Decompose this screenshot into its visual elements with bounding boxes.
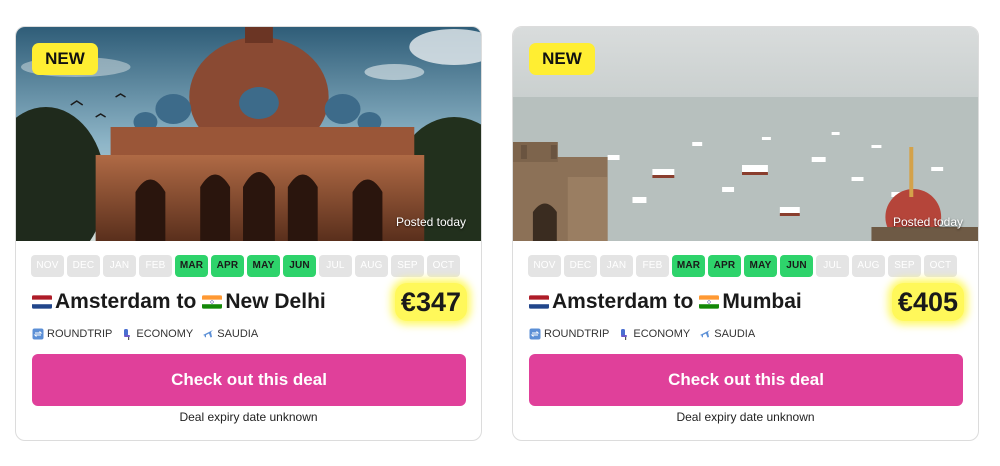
price-highlight: €347 [394,283,467,321]
trip-details: ROUNDTRIP ECONOMY SAUDIA [32,327,267,341]
month-chip: JAN [600,255,633,277]
origin-city: Amsterdam [552,290,668,313]
india-flag-icon [202,295,223,309]
month-chip-available: MAR [672,255,705,277]
month-chip: JAN [103,255,136,277]
roundtrip-icon [32,328,44,340]
seat-icon [121,328,133,340]
trip-type-label: ROUNDTRIP [47,328,113,340]
route-connector: to [176,290,197,313]
month-chip: DEC [564,255,597,277]
month-chip-available: APR [211,255,244,277]
month-availability: NOV DEC JAN FEB MAR APR MAY JUN JUL AUG … [528,255,957,277]
month-chip: FEB [636,255,669,277]
route-title: Amsterdam to Mumbai [529,288,802,316]
destination-city: Mumbai [722,290,802,313]
cabin-class-label: ECONOMY [633,328,691,340]
route-title: Amsterdam to New Delhi [32,288,326,316]
month-chip: SEP [888,255,921,277]
airline-label: SAUDIA [714,328,756,340]
month-chip-available: JUN [283,255,316,277]
month-chip: AUG [852,255,885,277]
airplane-icon [202,328,214,340]
new-badge: NEW [529,43,595,75]
check-deal-button[interactable]: Check out this deal [529,354,963,406]
month-chip: OCT [427,255,460,277]
india-flag-icon [699,295,720,309]
month-chip: NOV [31,255,64,277]
seat-icon [618,328,630,340]
new-badge: NEW [32,43,98,75]
trip-type: ROUNDTRIP [529,328,609,340]
posted-date: Posted today [892,215,963,229]
airline-label: SAUDIA [217,328,259,340]
airline: SAUDIA [699,328,755,340]
price-highlight: €405 [891,283,964,321]
month-chip: AUG [355,255,388,277]
month-availability: NOV DEC JAN FEB MAR APR MAY JUN JUL AUG … [31,255,460,277]
check-deal-button[interactable]: Check out this deal [32,354,466,406]
cabin-class-label: ECONOMY [136,328,194,340]
deal-card[interactable]: NEW Posted today NOV DEC JAN FEB MAR APR… [15,26,482,441]
month-chip: SEP [391,255,424,277]
cabin-class: ECONOMY [121,328,193,340]
month-chip-available: MAR [175,255,208,277]
roundtrip-icon [529,328,541,340]
route-connector: to [673,290,694,313]
price: €405 [897,287,958,317]
month-chip-available: APR [708,255,741,277]
month-chip: JUL [816,255,849,277]
month-chip-available: JUN [780,255,813,277]
month-chip: FEB [139,255,172,277]
trip-details: ROUNDTRIP ECONOMY SAUDIA [529,327,764,341]
deal-expiry: Deal expiry date unknown [179,410,318,424]
trip-type: ROUNDTRIP [32,328,112,340]
month-chip-available: MAY [247,255,280,277]
origin-city: Amsterdam [55,290,171,313]
trip-type-label: ROUNDTRIP [544,328,610,340]
airplane-icon [699,328,711,340]
month-chip-available: MAY [744,255,777,277]
deal-card[interactable]: NEW Posted today NOV DEC JAN FEB MAR APR… [512,26,979,441]
month-chip: DEC [67,255,100,277]
destination-city: New Delhi [225,290,326,313]
posted-date: Posted today [395,215,466,229]
month-chip: JUL [319,255,352,277]
netherlands-flag-icon [529,295,549,309]
airline: SAUDIA [202,328,258,340]
cabin-class: ECONOMY [618,328,690,340]
month-chip: OCT [924,255,957,277]
price: €347 [400,287,461,317]
netherlands-flag-icon [32,295,52,309]
month-chip: NOV [528,255,561,277]
deal-expiry: Deal expiry date unknown [676,410,815,424]
